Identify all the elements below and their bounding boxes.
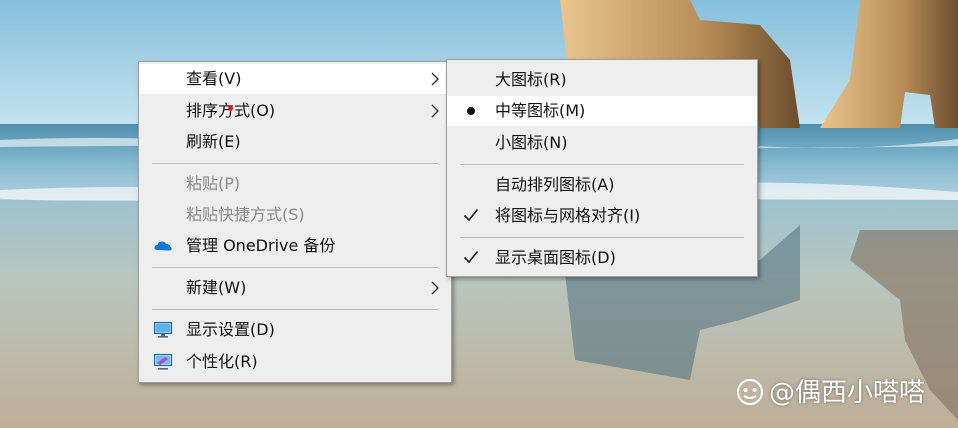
submenu-item-align-to-grid[interactable]: 将图标与网格对齐(I) xyxy=(447,201,757,231)
submenu-item-auto-arrange-label: 自动排列图标(A) xyxy=(495,175,615,194)
menu-item-refresh[interactable]: 刷新(E) xyxy=(139,127,451,157)
menu-separator xyxy=(152,267,438,268)
menu-item-paste-label: 粘贴(P) xyxy=(186,174,241,193)
desktop-context-menu: 查看(V) 排序方式(O) 刷新(E) 粘贴(P) 粘贴快捷方式(S) 管理 O… xyxy=(138,61,452,383)
menu-item-personalize-label: 个性化(R) xyxy=(186,352,258,371)
menu-separator xyxy=(460,164,744,165)
menu-item-sort-by-label: 排序方式(O) xyxy=(186,96,275,126)
display-settings-icon xyxy=(153,321,173,338)
chevron-right-icon xyxy=(431,104,439,118)
menu-item-paste: 粘贴(P) xyxy=(139,169,451,199)
menu-item-refresh-label: 刷新(E) xyxy=(186,132,241,151)
menu-item-paste-shortcut-label: 粘贴快捷方式(S) xyxy=(186,205,305,224)
menu-item-new-label: 新建(W) xyxy=(186,278,247,297)
checkmark-icon xyxy=(463,250,479,264)
radio-bullet-icon xyxy=(467,107,475,115)
menu-separator xyxy=(152,163,438,164)
personalize-icon xyxy=(153,353,173,370)
submenu-item-show-desktop-icons[interactable]: 显示桌面图标(D) xyxy=(447,243,757,273)
menu-item-personalize[interactable]: 个性化(R) xyxy=(139,347,451,377)
menu-separator xyxy=(460,237,744,238)
onedrive-cloud-icon xyxy=(154,241,172,251)
view-submenu: 大图标(R) 中等图标(M) 小图标(N) 自动排列图标(A) 将图标与网格对齐… xyxy=(446,59,758,277)
submenu-item-small-icons[interactable]: 小图标(N) xyxy=(447,128,757,158)
submenu-item-small-icons-label: 小图标(N) xyxy=(495,133,568,152)
menu-item-view[interactable]: 查看(V) xyxy=(139,64,451,94)
cursor-dot-marker xyxy=(228,106,233,111)
submenu-item-show-desktop-icons-label: 显示桌面图标(D) xyxy=(495,248,616,267)
submenu-item-medium-icons[interactable]: 中等图标(M) xyxy=(447,96,757,126)
menu-item-paste-shortcut: 粘贴快捷方式(S) xyxy=(139,200,451,230)
menu-separator xyxy=(152,309,438,310)
watermark: @偶西小嗒嗒 xyxy=(735,373,925,413)
watermark-logo-icon xyxy=(737,379,763,405)
submenu-item-large-icons-label: 大图标(R) xyxy=(495,70,567,89)
checkmark-icon xyxy=(463,208,479,222)
menu-item-onedrive-backup-label: 管理 OneDrive 备份 xyxy=(186,236,336,255)
watermark-text: @偶西小嗒嗒 xyxy=(769,378,926,408)
menu-item-sort-by[interactable]: 排序方式(O) xyxy=(139,96,451,126)
submenu-item-large-icons[interactable]: 大图标(R) xyxy=(447,65,757,95)
chevron-right-icon xyxy=(431,72,439,86)
menu-item-onedrive-backup[interactable]: 管理 OneDrive 备份 xyxy=(139,231,451,261)
menu-item-display-settings-label: 显示设置(D) xyxy=(186,320,275,339)
submenu-item-auto-arrange[interactable]: 自动排列图标(A) xyxy=(447,170,757,200)
submenu-item-medium-icons-label: 中等图标(M) xyxy=(495,101,586,120)
chevron-right-icon xyxy=(431,281,439,295)
submenu-item-align-to-grid-label: 将图标与网格对齐(I) xyxy=(495,206,641,225)
menu-item-view-label: 查看(V) xyxy=(186,69,242,88)
menu-item-display-settings[interactable]: 显示设置(D) xyxy=(139,315,451,345)
menu-item-new[interactable]: 新建(W) xyxy=(139,273,451,303)
